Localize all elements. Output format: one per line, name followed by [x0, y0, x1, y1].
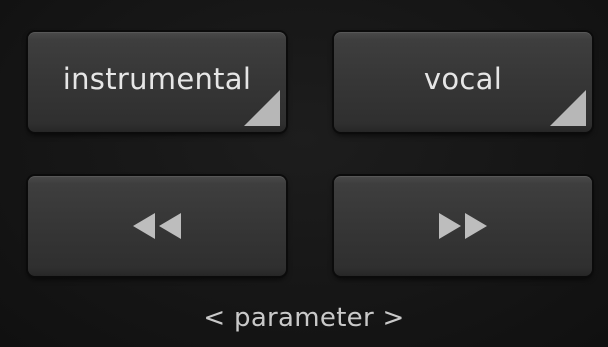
rewind-pad[interactable]	[28, 176, 286, 276]
vocal-pad[interactable]: vocal	[334, 32, 592, 132]
instrumental-pad[interactable]: instrumental	[28, 32, 286, 132]
parameter-label: < parameter >	[203, 303, 405, 333]
fast-forward-icon	[439, 213, 487, 239]
controller-panel: instrumental vocal < parameter >	[0, 0, 608, 347]
rewind-icon	[133, 213, 181, 239]
shift-corner-icon	[550, 90, 586, 126]
fast-forward-pad[interactable]	[334, 176, 592, 276]
shift-corner-icon	[244, 90, 280, 126]
